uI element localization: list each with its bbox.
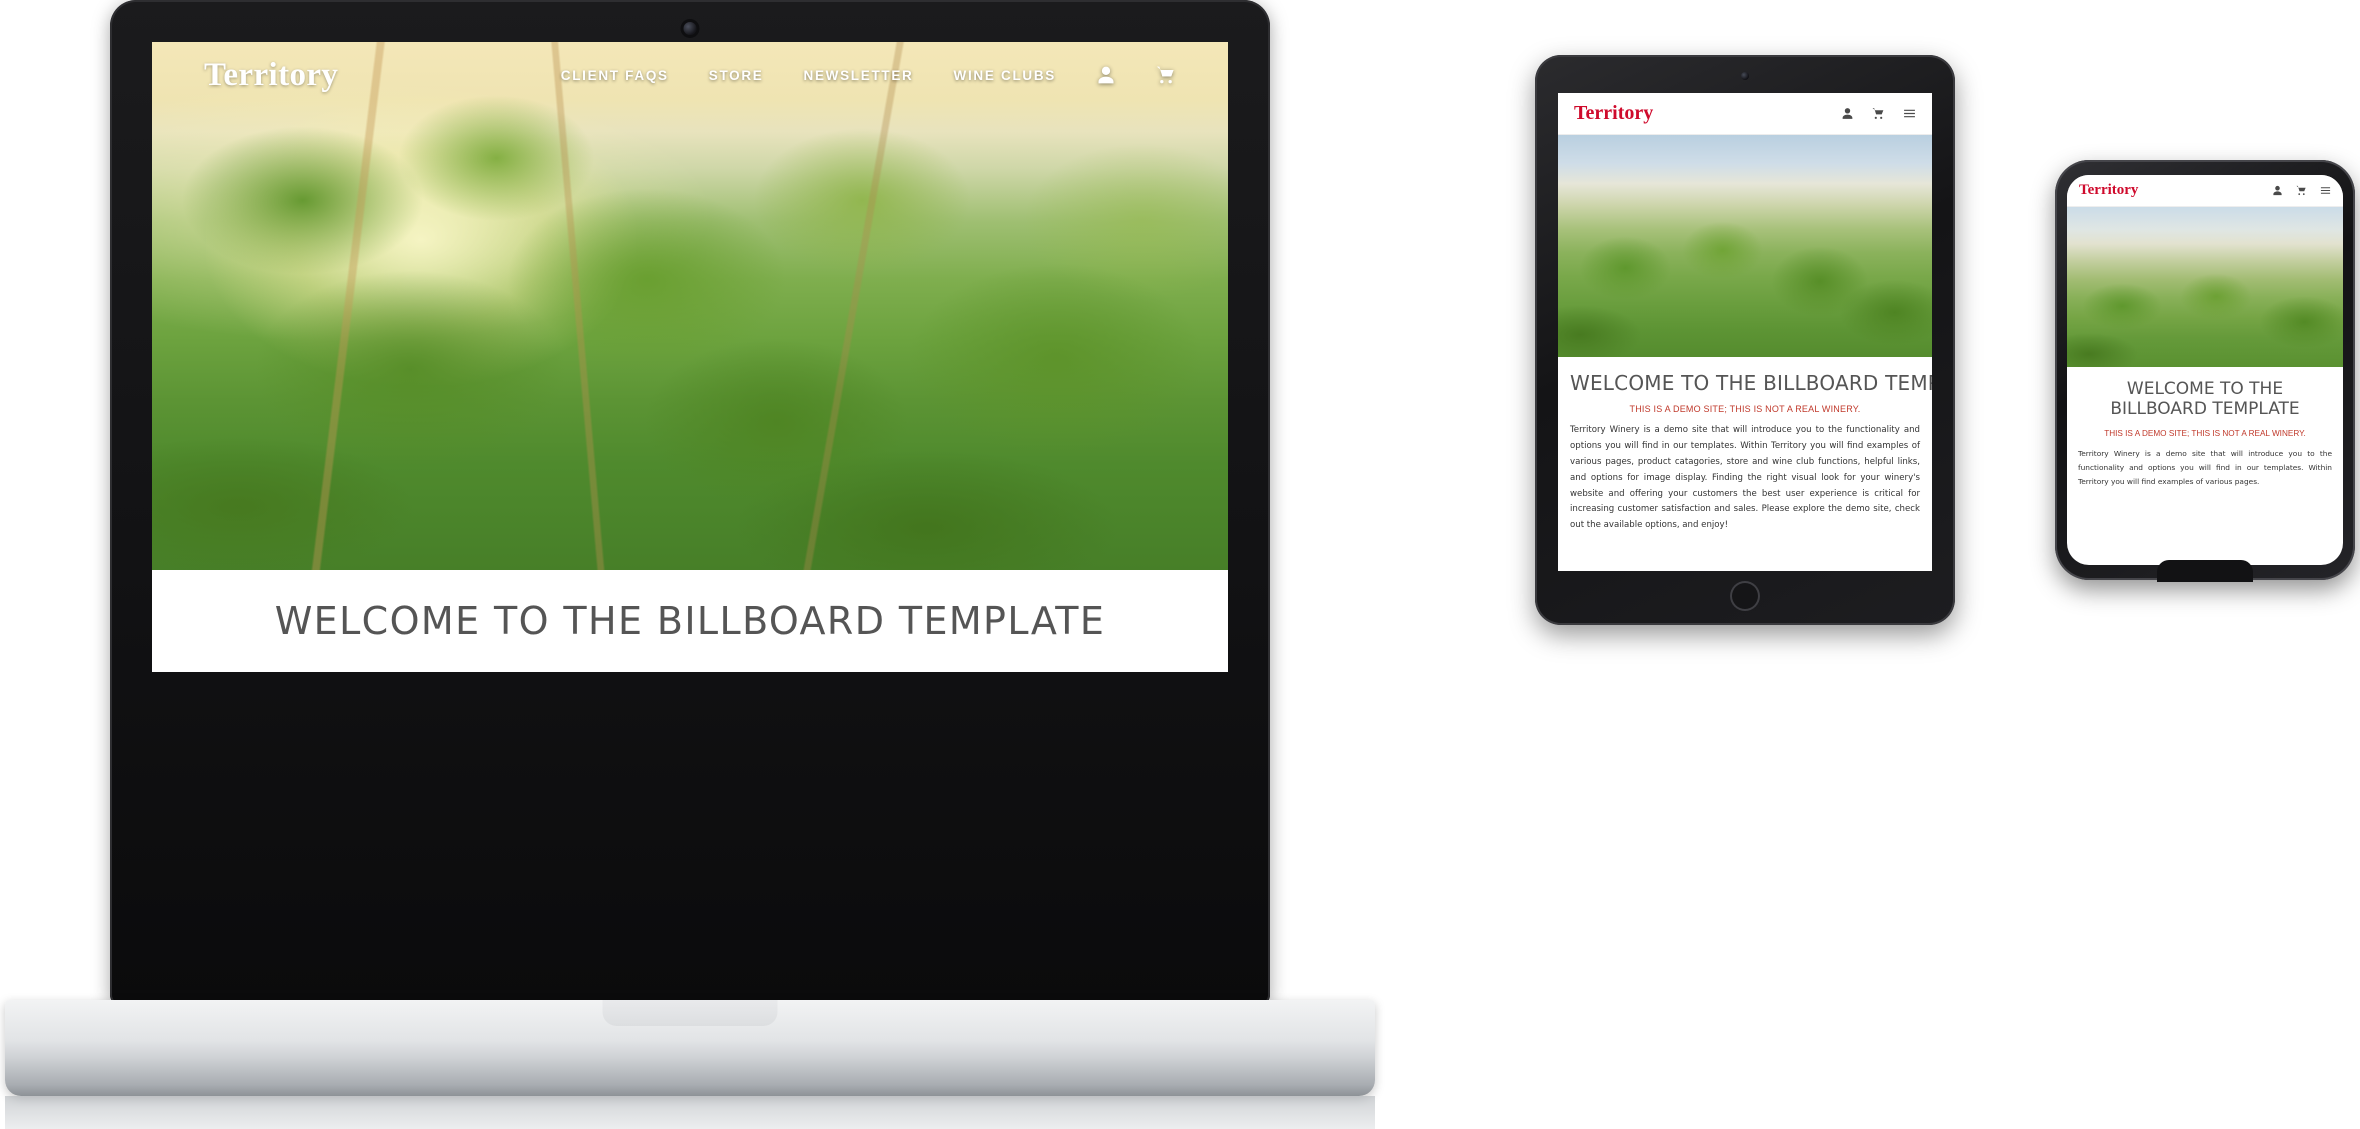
phone-demo-notice: THIS IS A DEMO SITE; THIS IS NOT A REAL …: [2104, 428, 2306, 438]
laptop-base: [5, 1000, 1375, 1096]
cart-icon[interactable]: [1872, 107, 1885, 120]
hamburger-menu-icon[interactable]: [2320, 185, 2331, 196]
nav-item-wine-clubs[interactable]: WINE CLUBS: [954, 68, 1057, 83]
laptop-trackpad-notch: [602, 1000, 778, 1026]
tablet-camera-icon: [1741, 72, 1749, 80]
desktop-hero-image: Territory CLIENT FAQS STORE NEWSLETTER W…: [152, 42, 1228, 570]
laptop-device: Territory CLIENT FAQS STORE NEWSLETTER W…: [5, 0, 1375, 1129]
desktop-headline-band: WELCOME TO THE BILLBOARD TEMPLATE: [152, 570, 1228, 672]
desktop-nav: CLIENT FAQS STORE NEWSLETTER WINE CLUBS: [561, 65, 1176, 85]
tablet-headline: WELCOME TO THE BILLBOARD TEMPLATE: [1570, 371, 1932, 395]
tablet-header-icons: [1841, 107, 1916, 120]
desktop-logo[interactable]: Territory: [204, 57, 338, 94]
responsive-device-mockup: Territory CLIENT FAQS STORE NEWSLETTER W…: [0, 0, 2360, 1129]
tablet-paragraph: Territory Winery is a demo site that wil…: [1570, 425, 1920, 531]
tablet-screen: Territory WELCOME TO THE BILLBOARD TEMPL…: [1558, 93, 1932, 571]
tablet-content: WELCOME TO THE BILLBOARD TEMPLATE THIS I…: [1558, 357, 1932, 534]
laptop-lid: Territory CLIENT FAQS STORE NEWSLETTER W…: [110, 0, 1270, 1005]
account-icon[interactable]: [2272, 185, 2283, 196]
phone-screen: Territory WELCOME TO THE BILLBOARD TEMPL…: [2067, 175, 2343, 565]
nav-item-store[interactable]: STORE: [709, 68, 764, 83]
tablet-hero-image: [1558, 135, 1932, 357]
desktop-headline: WELCOME TO THE BILLBOARD TEMPLATE: [274, 599, 1106, 643]
tablet-home-button[interactable]: [1730, 581, 1760, 611]
laptop-reflection: [5, 1096, 1375, 1129]
phone-hero-image: [2067, 207, 2343, 367]
phone-header: Territory: [2067, 175, 2343, 207]
account-icon[interactable]: [1841, 107, 1854, 120]
desktop-header: Territory CLIENT FAQS STORE NEWSLETTER W…: [152, 42, 1228, 108]
phone-logo[interactable]: Territory: [2079, 182, 2138, 199]
nav-item-newsletter[interactable]: NEWSLETTER: [804, 68, 914, 83]
phone-bezel: Territory WELCOME TO THE BILLBOARD TEMPL…: [2055, 160, 2355, 582]
phone-device: Territory WELCOME TO THE BILLBOARD TEMPL…: [2055, 160, 2355, 582]
phone-hero-leaves: [2067, 207, 2343, 367]
phone-content: WELCOME TO THE BILLBOARD TEMPLATE THIS I…: [2067, 367, 2343, 489]
tablet-header: Territory: [1558, 93, 1932, 135]
laptop-webcam-icon: [683, 22, 697, 35]
phone-bottom-notch: [2157, 560, 2253, 582]
tablet-hero-leaves: [1558, 135, 1932, 357]
nav-item-client-faqs[interactable]: CLIENT FAQS: [561, 68, 669, 83]
phone-header-icons: [2272, 185, 2331, 196]
cart-icon[interactable]: [1156, 65, 1176, 85]
tablet-logo[interactable]: Territory: [1574, 102, 1653, 125]
phone-headline: WELCOME TO THE BILLBOARD TEMPLATE: [2110, 379, 2300, 420]
hamburger-menu-icon[interactable]: [1903, 107, 1916, 120]
tablet-device: Territory WELCOME TO THE BILLBOARD TEMPL…: [1535, 55, 1955, 625]
tablet-bezel: Territory WELCOME TO THE BILLBOARD TEMPL…: [1535, 55, 1955, 625]
tablet-demo-notice: THIS IS A DEMO SITE; THIS IS NOT A REAL …: [1629, 404, 1861, 414]
phone-paragraph: Territory Winery is a demo site that wil…: [2078, 448, 2332, 486]
laptop-screen: Territory CLIENT FAQS STORE NEWSLETTER W…: [152, 42, 1228, 672]
cart-icon[interactable]: [2296, 185, 2307, 196]
hero-vine-stems: [152, 42, 1228, 570]
account-icon[interactable]: [1096, 65, 1116, 85]
